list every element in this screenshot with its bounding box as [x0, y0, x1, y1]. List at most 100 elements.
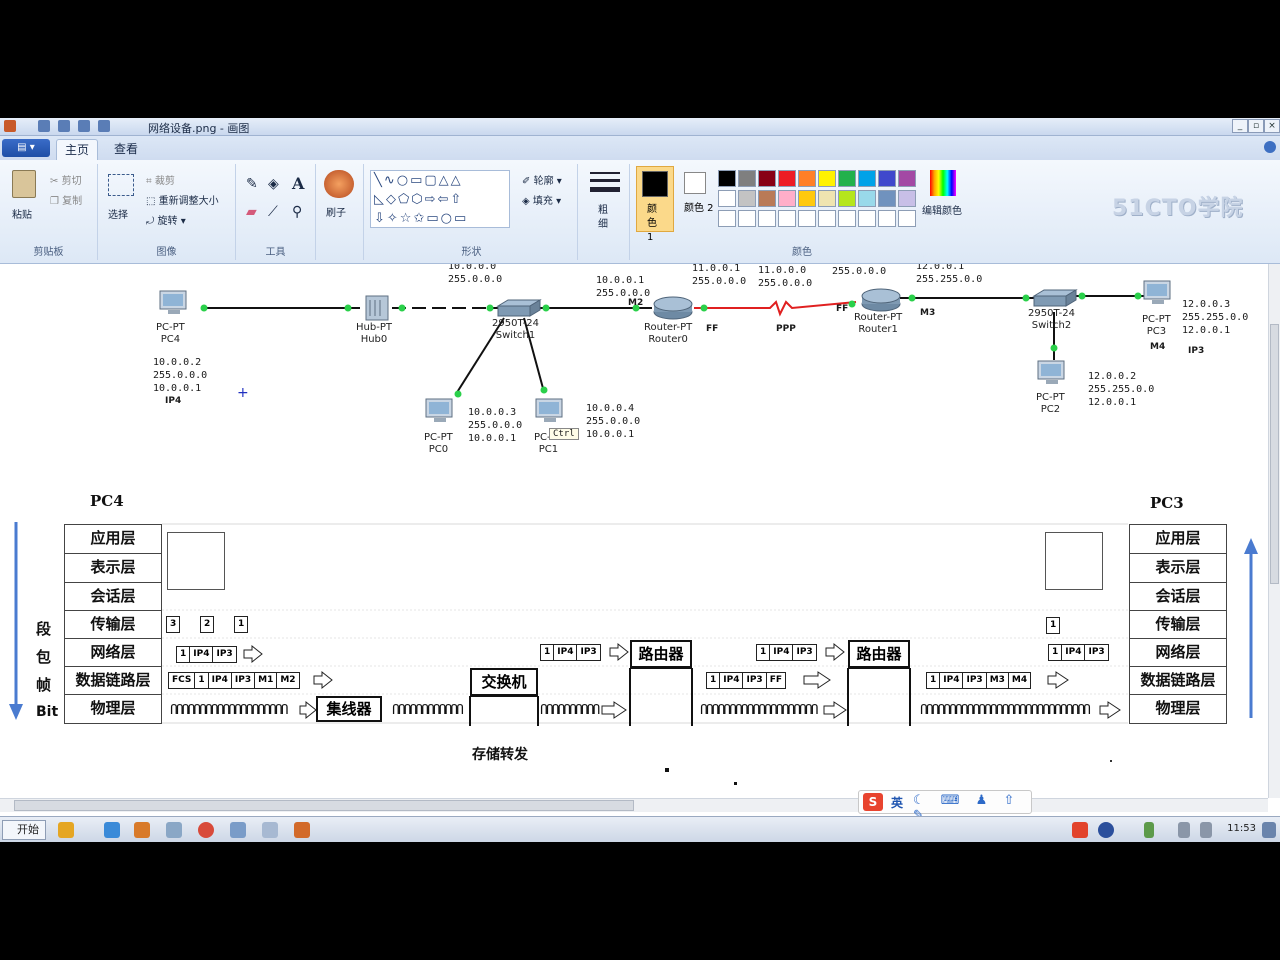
bitstream-pc3: ՈՈՈՈՈՈՈՈՈՈՈՈՈՈՈՈՈՈՈՈՈՈՈՈՈՈՈՈՈ [920, 704, 1091, 718]
palette-swatch[interactable] [878, 170, 896, 187]
hub-box: 集线器 [316, 696, 382, 722]
tray-network-icon[interactable] [1144, 822, 1154, 838]
chrome-icon[interactable] [198, 822, 214, 838]
size-button[interactable]: 粗细 [598, 204, 612, 232]
shapes-gallery[interactable]: ╲∿○▭▢△△ ◺◇⬠⬡⇨⇦⇧ ⇩✧☆✩▭○▭ [370, 170, 510, 228]
ime-toolbar[interactable]: S 英 ☾ ⌨ ♟ ⇧ ✎ [858, 790, 1032, 823]
tray-help-icon[interactable] [1098, 822, 1114, 838]
palette-custom-swatch[interactable] [838, 210, 856, 227]
palette-custom-swatch[interactable] [878, 210, 896, 227]
palette-swatch[interactable] [718, 170, 736, 187]
palette-swatch[interactable] [758, 190, 776, 207]
redo-icon[interactable] [78, 120, 90, 132]
maximize-button[interactable]: ▫ [1248, 119, 1264, 133]
cut-label: 剪切 [61, 176, 82, 187]
size-line-1 [590, 172, 620, 174]
horizontal-scrollbar[interactable] [0, 798, 1268, 812]
color-picker-icon[interactable]: ⟋ [268, 204, 278, 220]
rotate-button[interactable]: ⤾ 旋转 ▾ [146, 212, 186, 228]
select-button[interactable]: 选择 [108, 206, 128, 221]
app-icon[interactable] [4, 120, 16, 132]
color2-selector[interactable]: 颜色 2 [680, 166, 716, 232]
customize-quick-access-icon[interactable] [98, 120, 110, 132]
palette-custom-swatch[interactable] [738, 210, 756, 227]
sogou-ime-icon[interactable]: S [863, 793, 883, 811]
palette-custom-swatch[interactable] [798, 210, 816, 227]
palette-swatch[interactable] [718, 190, 736, 207]
palette-swatch[interactable] [758, 170, 776, 187]
bitstream-router-router: ՈՈՈՈՈՈՈՈՈՈՈՈՈՈՈՈՈՈՈՈ [700, 704, 819, 718]
color1-selector[interactable]: 颜色 1 [636, 166, 674, 243]
vertical-scrollbar[interactable] [1268, 264, 1280, 798]
palette-custom-swatch[interactable] [818, 210, 836, 227]
tray-sogou-icon[interactable] [1072, 822, 1088, 838]
palette-swatch[interactable] [798, 170, 816, 187]
drawing-canvas[interactable]: PC-PT PC4 Hub-PT Hub0 2950T-24 Switch1 Rout… [0, 264, 1268, 798]
app3-icon[interactable] [262, 822, 278, 838]
paint-menu-button[interactable]: ▤ ▾ [2, 139, 50, 157]
palette-swatch[interactable] [798, 190, 816, 207]
magnifier-icon[interactable]: ⚲ [292, 204, 302, 220]
help-icon[interactable] [1264, 141, 1276, 153]
edit-colors-button[interactable]: 编辑颜色 [922, 202, 962, 217]
palette-swatch[interactable] [818, 190, 836, 207]
palette-swatch[interactable] [738, 170, 756, 187]
paint-taskbar-icon[interactable] [230, 822, 246, 838]
outline-button[interactable]: ✐ 轮廓 ▾ [522, 172, 562, 188]
palette-swatch[interactable] [858, 190, 876, 207]
tray-device-icon[interactable] [1200, 822, 1212, 838]
palette-custom-swatch[interactable] [718, 210, 736, 227]
palette-swatch[interactable] [778, 170, 796, 187]
app2-icon[interactable] [134, 822, 150, 838]
palette-swatch[interactable] [838, 190, 856, 207]
palette-custom-swatch[interactable] [898, 210, 916, 227]
save-icon[interactable] [38, 120, 50, 132]
vertical-scroll-thumb[interactable] [1270, 324, 1279, 584]
palette-swatch[interactable] [898, 190, 916, 207]
palette-swatch[interactable] [858, 170, 876, 187]
start-button[interactable]: 开始 [2, 820, 46, 840]
switch-box: 交换机 [470, 668, 538, 696]
ie-icon[interactable] [104, 822, 120, 838]
resize-button[interactable]: ⬚ 重新调整大小 [146, 192, 219, 208]
edit-colors-icon[interactable] [930, 170, 956, 196]
powerpoint-icon[interactable] [294, 822, 310, 838]
close-button[interactable]: × [1264, 119, 1280, 133]
cut-button[interactable]: ✂ 剪切 [50, 172, 82, 188]
tab-home[interactable]: 主页 [56, 139, 98, 160]
minimize-button[interactable]: _ [1232, 119, 1248, 133]
tab-view[interactable]: 查看 [106, 139, 146, 160]
paste-icon[interactable] [12, 170, 36, 198]
palette-swatch[interactable] [738, 190, 756, 207]
color1-swatch [642, 171, 668, 197]
palette-swatch[interactable] [818, 170, 836, 187]
tray-volume-icon[interactable] [1178, 822, 1190, 838]
text-tool-icon[interactable]: A [292, 174, 304, 193]
brush-icon[interactable] [324, 170, 354, 198]
palette-swatch[interactable] [878, 190, 896, 207]
select-icon[interactable] [108, 174, 134, 196]
crop-button[interactable]: ⌗ 裁剪 [146, 172, 175, 188]
palette-custom-swatch[interactable] [858, 210, 876, 227]
eraser-icon[interactable]: ▰ [246, 204, 257, 220]
pencil-icon[interactable]: ✎ [246, 176, 258, 192]
palette-custom-swatch[interactable] [758, 210, 776, 227]
palette-swatch[interactable] [838, 170, 856, 187]
show-desktop-icon[interactable] [1262, 822, 1276, 838]
taskbar-clock[interactable]: 11:53 [1227, 823, 1256, 834]
resize-icon: ⬚ [146, 195, 156, 207]
undo-icon[interactable] [58, 120, 70, 132]
folder-icon[interactable] [166, 822, 182, 838]
palette-swatch[interactable] [778, 190, 796, 207]
fill-bucket-icon[interactable]: ◈ [268, 176, 279, 192]
copy-button[interactable]: ❐ 复制 [50, 192, 82, 208]
app1-icon[interactable] [58, 822, 74, 838]
horizontal-scroll-thumb[interactable] [14, 800, 634, 811]
brushes-button[interactable]: 刷子 [326, 204, 346, 219]
stray-dot-2 [734, 782, 737, 785]
ime-language[interactable]: 英 [891, 794, 903, 811]
palette-swatch[interactable] [898, 170, 916, 187]
palette-custom-swatch[interactable] [778, 210, 796, 227]
fill-button[interactable]: ◈ 填充 ▾ [522, 192, 561, 208]
paste-button[interactable]: 粘贴 [12, 206, 32, 221]
